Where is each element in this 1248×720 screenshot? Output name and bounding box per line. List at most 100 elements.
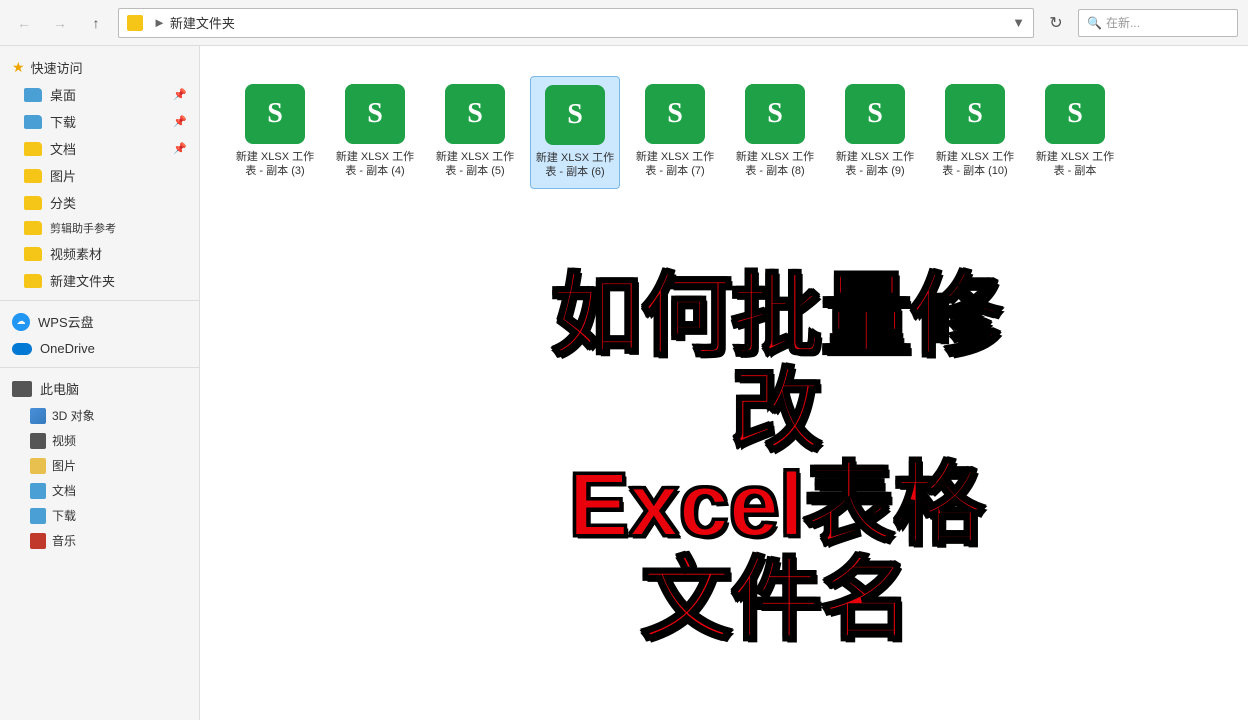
sidebar-videos[interactable]: 视频 xyxy=(0,428,199,453)
up-button[interactable]: ↑ xyxy=(82,9,110,37)
file-item-1[interactable]: 新建 XLSX 工作表 - 副本 (4) xyxy=(330,76,420,189)
sidebar-item-docs[interactable]: 文档 📌 xyxy=(0,135,199,162)
folder-icon-desktop xyxy=(24,88,42,102)
downloads-icon xyxy=(30,508,46,524)
file-item-6[interactable]: 新建 XLSX 工作表 - 副本 (9) xyxy=(830,76,920,189)
main-layout: ★ 快速访问 桌面 📌 下载 📌 文档 📌 图片 分类 剪 xyxy=(0,46,1248,720)
videos-label: 视频 xyxy=(52,432,76,449)
xlsx-icon-5 xyxy=(745,84,805,144)
sidebar-wps-cloud[interactable]: ☁ WPS云盘 xyxy=(0,307,199,336)
search-bar[interactable]: 🔍 在新... xyxy=(1078,9,1238,37)
file-name-4: 新建 XLSX 工作表 - 副本 (7) xyxy=(634,150,716,179)
this-pc-label: 此电脑 xyxy=(40,379,79,398)
music-icon xyxy=(30,533,46,549)
file-name-1: 新建 XLSX 工作表 - 副本 (4) xyxy=(334,150,416,179)
sidebar-item-category[interactable]: 分类 xyxy=(0,189,199,216)
star-icon: ★ xyxy=(12,59,25,76)
videos-icon xyxy=(30,433,46,449)
xlsx-icon-2 xyxy=(445,84,505,144)
search-placeholder: 在新... xyxy=(1106,14,1140,31)
sidebar-pictures[interactable]: 图片 xyxy=(0,453,199,478)
divider-2 xyxy=(0,367,199,368)
pin-icon-desktop: 📌 xyxy=(173,88,187,101)
downloads-label: 下载 xyxy=(52,507,76,524)
sidebar-music[interactable]: 音乐 xyxy=(0,528,199,553)
folder-icon-small xyxy=(127,15,143,31)
pictures-icon xyxy=(30,458,46,474)
onedrive-label: OneDrive xyxy=(40,341,95,356)
documents-icon xyxy=(30,483,46,499)
file-item-8[interactable]: 新建 XLSX 工作表 - 副本 xyxy=(1030,76,1120,189)
xlsx-icon-3 xyxy=(545,85,605,145)
address-dropdown-icon[interactable]: ▼ xyxy=(1012,15,1025,30)
overlay-text: 如何批量修改 Excel表格文件名 xyxy=(541,270,1013,648)
sidebar-label-category: 分类 xyxy=(50,193,76,212)
sidebar-item-new-folder[interactable]: 新建文件夹 xyxy=(0,267,199,294)
music-label: 音乐 xyxy=(52,532,76,549)
computer-icon xyxy=(12,381,32,397)
search-icon: 🔍 xyxy=(1087,16,1102,30)
3d-objects-icon xyxy=(30,408,46,424)
address-chevron: ► xyxy=(153,15,166,30)
sidebar-item-pictures[interactable]: 图片 xyxy=(0,162,199,189)
file-item-2[interactable]: 新建 XLSX 工作表 - 副本 (5) xyxy=(430,76,520,189)
folder-icon-pictures xyxy=(24,169,42,183)
folder-icon-category xyxy=(24,196,42,210)
forward-button[interactable]: → xyxy=(46,9,74,37)
title-bar: ← → ↑ ► 新建文件夹 ▼ ↻ 🔍 在新... xyxy=(0,0,1248,46)
xlsx-icon-6 xyxy=(845,84,905,144)
xlsx-icon-0 xyxy=(245,84,305,144)
folder-icon-download xyxy=(24,115,42,129)
3d-objects-label: 3D 对象 xyxy=(52,407,95,424)
wps-cloud-label: WPS云盘 xyxy=(38,312,94,331)
pictures-label: 图片 xyxy=(52,457,76,474)
xlsx-icon-7 xyxy=(945,84,1005,144)
xlsx-icon-1 xyxy=(345,84,405,144)
folder-icon-new-folder xyxy=(24,274,42,288)
sidebar-label-video-material: 视频素材 xyxy=(50,244,102,263)
address-text: 新建文件夹 xyxy=(170,13,235,32)
content-area: 新建 XLSX 工作表 - 副本 (3) 新建 XLSX 工作表 - 副本 (4)… xyxy=(200,46,1248,720)
xlsx-icon-4 xyxy=(645,84,705,144)
sidebar-item-desktop[interactable]: 桌面 📌 xyxy=(0,81,199,108)
sidebar-downloads[interactable]: 下载 xyxy=(0,503,199,528)
onedrive-icon xyxy=(12,343,32,355)
address-bar[interactable]: ► 新建文件夹 ▼ xyxy=(118,8,1034,38)
sidebar-onedrive[interactable]: OneDrive xyxy=(0,336,199,361)
file-name-5: 新建 XLSX 工作表 - 副本 (8) xyxy=(734,150,816,179)
file-name-3: 新建 XLSX 工作表 - 副本 (6) xyxy=(535,151,615,180)
folder-icon-clip xyxy=(24,221,42,235)
file-item-5[interactable]: 新建 XLSX 工作表 - 副本 (8) xyxy=(730,76,820,189)
folder-icon-docs xyxy=(24,142,42,156)
wps-cloud-icon: ☁ xyxy=(12,313,30,331)
sidebar-documents[interactable]: 文档 xyxy=(0,478,199,503)
file-item-0[interactable]: 新建 XLSX 工作表 - 副本 (3) xyxy=(230,76,320,189)
file-name-8: 新建 XLSX 工作表 - 副本 xyxy=(1034,150,1116,179)
xlsx-icon-8 xyxy=(1045,84,1105,144)
sidebar-this-pc[interactable]: 此电脑 xyxy=(0,374,199,403)
divider-1 xyxy=(0,300,199,301)
files-grid: 新建 XLSX 工作表 - 副本 (3) 新建 XLSX 工作表 - 副本 (4)… xyxy=(220,66,1228,199)
overlay-line1: 如何批量修改 xyxy=(541,270,1013,459)
overlay-line2: Excel表格文件名 xyxy=(541,459,1013,648)
sidebar-item-clip[interactable]: 剪辑助手参考 xyxy=(0,216,199,240)
quick-access-label: 快速访问 xyxy=(31,58,83,77)
refresh-button[interactable]: ↻ xyxy=(1042,9,1070,37)
sidebar-label-new-folder: 新建文件夹 xyxy=(50,271,115,290)
sidebar-quick-access[interactable]: ★ 快速访问 xyxy=(0,54,199,81)
file-item-7[interactable]: 新建 XLSX 工作表 - 副本 (10) xyxy=(930,76,1020,189)
pin-icon-download: 📌 xyxy=(173,115,187,128)
sidebar-3d-objects[interactable]: 3D 对象 xyxy=(0,403,199,428)
sidebar-item-download[interactable]: 下载 📌 xyxy=(0,108,199,135)
documents-label: 文档 xyxy=(52,482,76,499)
sidebar-item-video-material[interactable]: 视频素材 xyxy=(0,240,199,267)
file-item-4[interactable]: 新建 XLSX 工作表 - 副本 (7) xyxy=(630,76,720,189)
pin-icon-docs: 📌 xyxy=(173,142,187,155)
file-name-2: 新建 XLSX 工作表 - 副本 (5) xyxy=(434,150,516,179)
folder-icon-video-material xyxy=(24,247,42,261)
file-name-6: 新建 XLSX 工作表 - 副本 (9) xyxy=(834,150,916,179)
sidebar-label-clip: 剪辑助手参考 xyxy=(50,220,116,236)
file-item-3[interactable]: 新建 XLSX 工作表 - 副本 (6) xyxy=(530,76,620,189)
back-button[interactable]: ← xyxy=(10,9,38,37)
file-name-0: 新建 XLSX 工作表 - 副本 (3) xyxy=(234,150,316,179)
